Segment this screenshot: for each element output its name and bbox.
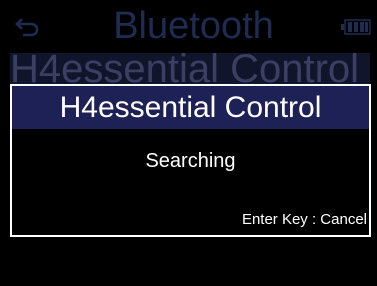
screen-title: Bluetooth (113, 5, 274, 47)
screen-header: Bluetooth (0, 0, 377, 50)
search-dialog: H4essential Control Searching Enter Key … (10, 84, 371, 237)
dialog-status-message: Searching (145, 150, 236, 172)
device-screen: Bluetooth H4essential Control H4essentia… (0, 0, 377, 286)
dialog-title-bar: H4essential Control (12, 86, 369, 129)
cancel-hint[interactable]: Enter Key : Cancel (242, 211, 367, 229)
dialog-title: H4essential Control (59, 91, 322, 124)
battery-icon (341, 19, 371, 35)
